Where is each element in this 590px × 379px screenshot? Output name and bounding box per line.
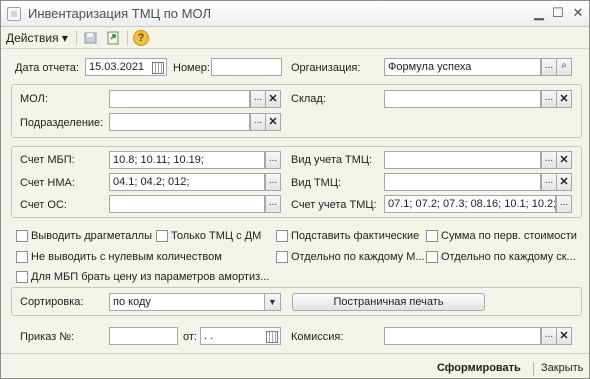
commission-clear-button[interactable]: ✕	[556, 327, 572, 345]
tmc-account-label: Счет учета ТМЦ:	[291, 199, 377, 211]
nma-account-select-button[interactable]: ...	[265, 173, 281, 191]
form-icon	[7, 7, 21, 21]
warehouse-field[interactable]	[384, 90, 541, 108]
mbp-account-field[interactable]: 10.8; 10.11; 10.19;	[109, 151, 265, 169]
tmc-type-clear-button[interactable]: ✕	[556, 173, 572, 191]
maximize-button[interactable]: ☐	[549, 5, 567, 21]
calendar-icon[interactable]	[152, 62, 164, 74]
generate-button[interactable]: Сформировать	[437, 362, 521, 374]
from-label: от:	[183, 331, 197, 343]
minimize-button[interactable]: ▁	[530, 5, 548, 21]
actions-menu-label: Действия	[6, 31, 59, 45]
tmc-account-select-button[interactable]: ...	[556, 195, 572, 213]
tmc-type-select-button[interactable]: ...	[541, 173, 557, 191]
checkbox-no-zero-qty[interactable]	[16, 251, 28, 263]
checkbox-per-warehouse-label: Отдельно по каждому ск...	[441, 251, 576, 263]
export-icon[interactable]	[105, 30, 121, 46]
checkbox-mbp-price[interactable]	[16, 271, 28, 283]
calendar-icon[interactable]	[266, 331, 278, 343]
organization-field[interactable]: Формула успеха	[384, 58, 541, 76]
toolbar-separator	[76, 30, 77, 45]
help-icon[interactable]: ?	[133, 30, 149, 46]
window-title: Инвентаризация ТМЦ по МОЛ	[28, 6, 211, 21]
os-account-select-button[interactable]: ...	[265, 195, 281, 213]
checkbox-per-mol[interactable]	[276, 251, 288, 263]
mbp-account-label: Счет МБП:	[20, 154, 75, 166]
checkbox-substitute-actual[interactable]	[276, 230, 288, 242]
sort-select-value: по коду	[113, 296, 151, 308]
accounting-type-clear-button[interactable]: ✕	[556, 151, 572, 169]
tmc-account-field[interactable]: 07.1; 07.2; 07.3; 08.16; 10.1; 10.2;	[384, 195, 556, 213]
page-print-button[interactable]: Постраничная печать	[292, 293, 485, 311]
title-bar: Инвентаризация ТМЦ по МОЛ ▁ ☐ ✕	[1, 1, 589, 27]
warehouse-label: Склад:	[291, 93, 326, 105]
checkbox-per-warehouse[interactable]	[426, 251, 438, 263]
checkbox-per-mol-label: Отдельно по каждому М...	[291, 251, 425, 263]
checkbox-precious-metals[interactable]	[16, 230, 28, 242]
division-label: Подразделение:	[20, 117, 104, 129]
number-field[interactable]	[211, 58, 282, 76]
toolbar: Действия ▾ ?	[1, 27, 589, 49]
from-date-value: . .	[204, 330, 214, 342]
actions-menu[interactable]: Действия ▾	[6, 31, 68, 45]
date-label: Дата отчета:	[15, 62, 79, 74]
checkbox-substitute-actual-label: Подставить фактические	[291, 230, 420, 242]
mol-label: МОЛ:	[20, 93, 48, 105]
accounting-type-field[interactable]	[384, 151, 541, 169]
mol-select-button[interactable]: ...	[250, 90, 266, 108]
report-window: Инвентаризация ТМЦ по МОЛ ▁ ☐ ✕ Действия…	[0, 0, 590, 379]
order-field[interactable]	[109, 327, 178, 345]
chevron-down-icon[interactable]: ▼	[264, 294, 280, 310]
division-field[interactable]	[109, 113, 250, 131]
os-account-field[interactable]	[109, 195, 265, 213]
nma-account-field[interactable]: 04.1; 04.2; 012;	[109, 173, 265, 191]
commission-label: Комиссия:	[291, 331, 344, 343]
division-clear-button[interactable]: ✕	[265, 113, 281, 131]
date-value: 15.03.2021	[89, 61, 145, 73]
organization-label: Организация:	[291, 62, 361, 74]
number-label: Номер:	[173, 62, 210, 74]
checkbox-only-tmc-dm[interactable]	[156, 230, 168, 242]
accounting-type-select-button[interactable]: ...	[541, 151, 557, 169]
mol-field[interactable]	[109, 90, 250, 108]
checkbox-precious-metals-label: Выводить драгметаллы	[31, 230, 152, 242]
commission-select-button[interactable]: ...	[541, 327, 557, 345]
date-field[interactable]: 15.03.2021	[85, 58, 167, 76]
checkbox-mbp-price-label: Для МБП брать цену из параметров амортиз…	[31, 271, 270, 283]
sort-select[interactable]: по коду ▼	[109, 293, 281, 311]
search-icon[interactable]: ⌕	[556, 58, 572, 76]
tmc-type-label: Вид ТМЦ:	[291, 177, 342, 189]
toolbar-separator	[127, 30, 128, 45]
footer-separator	[533, 362, 534, 376]
from-date-field[interactable]: . .	[200, 327, 281, 345]
save-icon[interactable]	[83, 30, 99, 46]
close-window-button[interactable]: ✕	[569, 5, 587, 21]
accounting-type-label: Вид учета ТМЦ:	[291, 154, 373, 166]
footer-divider	[1, 353, 589, 354]
mbp-account-select-button[interactable]: ...	[265, 151, 281, 169]
tmc-type-field[interactable]	[384, 173, 541, 191]
order-label: Приказ №:	[20, 331, 75, 343]
warehouse-clear-button[interactable]: ✕	[556, 90, 572, 108]
mol-clear-button[interactable]: ✕	[265, 90, 281, 108]
close-button[interactable]: Закрыть	[541, 362, 583, 374]
checkbox-initial-cost[interactable]	[426, 230, 438, 242]
checkbox-initial-cost-label: Сумма по перв. стоимости	[441, 230, 577, 242]
checkbox-no-zero-qty-label: Не выводить с нулевым количеством	[31, 251, 222, 263]
division-select-button[interactable]: ...	[250, 113, 266, 131]
commission-field[interactable]	[384, 327, 541, 345]
checkbox-only-tmc-dm-label: Только ТМЦ с ДМ	[171, 230, 262, 242]
warehouse-select-button[interactable]: ...	[541, 90, 557, 108]
nma-account-label: Счет НМА:	[20, 177, 75, 189]
sort-label: Сортировка:	[20, 296, 84, 308]
organization-select-button[interactable]: ...	[541, 58, 557, 76]
os-account-label: Счет ОС:	[20, 199, 67, 211]
